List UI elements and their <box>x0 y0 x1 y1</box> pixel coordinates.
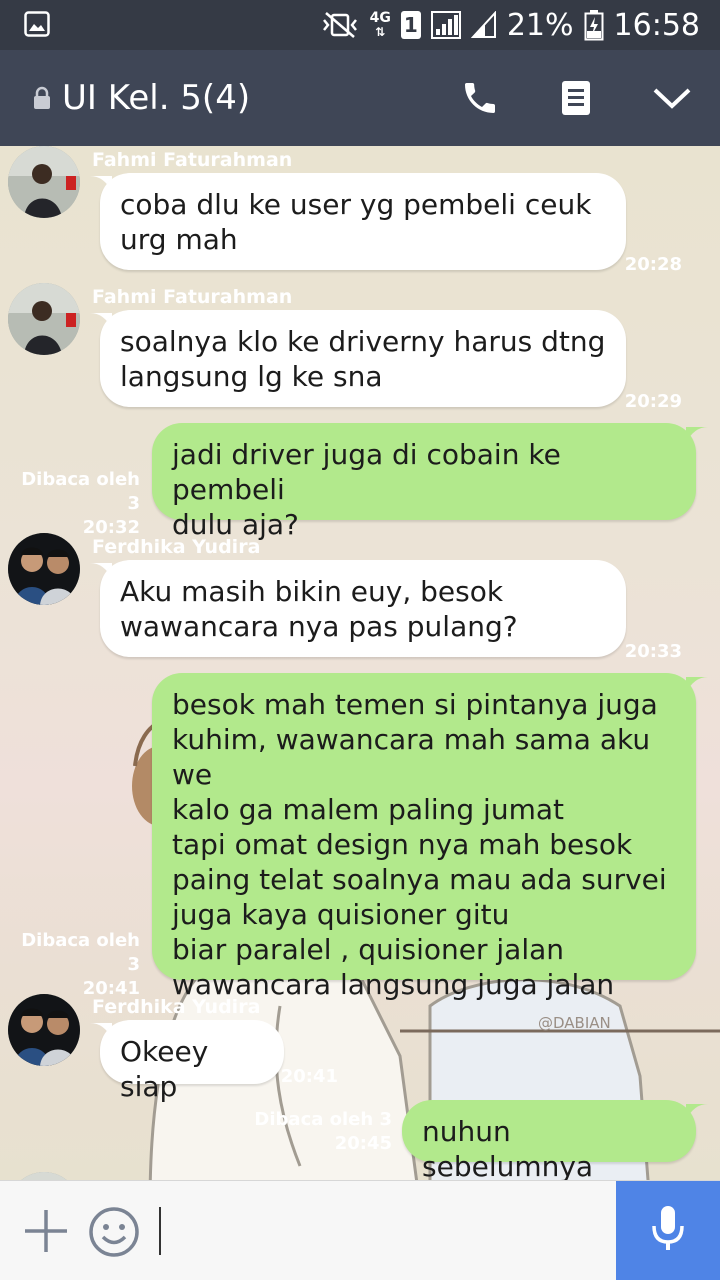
message-bubble[interactable]: Aku masih bikin euy, besok wawancara nya… <box>100 560 626 657</box>
lock-icon <box>32 86 52 115</box>
clock: 16:58 <box>613 7 700 43</box>
sender-name: Ferdhika Yudira <box>92 996 261 1018</box>
message-input-bar <box>0 1180 720 1280</box>
note-icon[interactable] <box>552 74 600 122</box>
message-bubble[interactable]: besok mah temen si pintanya juga kuhim, … <box>152 673 696 1001</box>
svg-text:@DABIAN: @DABIAN <box>538 1014 611 1032</box>
add-attachment-icon[interactable] <box>22 1207 70 1255</box>
status-bar: 4G ⇅ 1 21% 16:58 <box>0 0 720 50</box>
text-caret <box>159 1207 161 1255</box>
message-bubble[interactable]: coba dlu ke user yg pembeli ceuk urg mah <box>100 173 626 270</box>
sender-name: Fahmi Faturahman <box>92 149 293 171</box>
bubble-tail <box>686 1104 708 1120</box>
read-receipt: Dibaca oleh 3 20:32 <box>10 468 140 540</box>
message-input[interactable] <box>150 1201 600 1261</box>
battery-percent: 21% <box>506 7 574 43</box>
chevron-down-icon[interactable] <box>648 74 696 122</box>
avatar[interactable] <box>8 283 80 355</box>
gallery-notification-icon <box>24 11 50 42</box>
read-receipt: Dibaca oleh 3 20:45 <box>230 1108 392 1156</box>
message-time: 20:33 <box>624 641 682 662</box>
avatar[interactable] <box>8 994 80 1066</box>
message-time: 20:45 <box>334 1133 392 1154</box>
battery-charging-icon <box>584 9 604 41</box>
signal-strength-2-icon <box>470 11 497 39</box>
sender-name: Ferdhika Yudira <box>92 536 261 558</box>
phone-icon[interactable] <box>456 74 504 122</box>
vibrate-mute-icon <box>320 10 360 40</box>
bubble-tail <box>686 677 708 693</box>
avatar[interactable] <box>8 146 80 218</box>
avatar[interactable] <box>8 533 80 605</box>
message-time: 20:28 <box>624 254 682 275</box>
bubble-tail <box>686 427 708 443</box>
message-bubble[interactable]: Okeey siap <box>100 1020 284 1103</box>
chat-message-list[interactable]: @DABIAN Fahmi Faturahman coba dlu ke use… <box>0 146 720 1180</box>
emoji-icon[interactable] <box>88 1206 140 1258</box>
message-time: 20:41 <box>280 1066 338 1087</box>
read-receipt: Dibaca oleh 3 20:41 <box>10 929 140 1001</box>
chat-title[interactable]: UI Kel. 5(4) <box>62 78 250 118</box>
voice-message-button[interactable] <box>616 1181 720 1280</box>
microphone-icon <box>650 1204 686 1259</box>
chat-header: UI Kel. 5(4) <box>0 50 720 146</box>
sim-1-icon: 1 <box>400 11 421 39</box>
network-4g-icon: 4G ⇅ <box>369 10 391 39</box>
signal-strength-icon <box>430 11 461 39</box>
message-bubble[interactable]: jadi driver juga di cobain ke pembeli du… <box>152 423 696 541</box>
message-bubble[interactable]: soalnya klo ke driverny harus dtng langs… <box>100 310 626 407</box>
avatar[interactable] <box>8 1172 80 1180</box>
sender-name: Fahmi Faturahman <box>92 286 293 308</box>
message-bubble[interactable]: nuhun sebelumnya <box>402 1100 696 1180</box>
message-time: 20:29 <box>624 391 682 412</box>
